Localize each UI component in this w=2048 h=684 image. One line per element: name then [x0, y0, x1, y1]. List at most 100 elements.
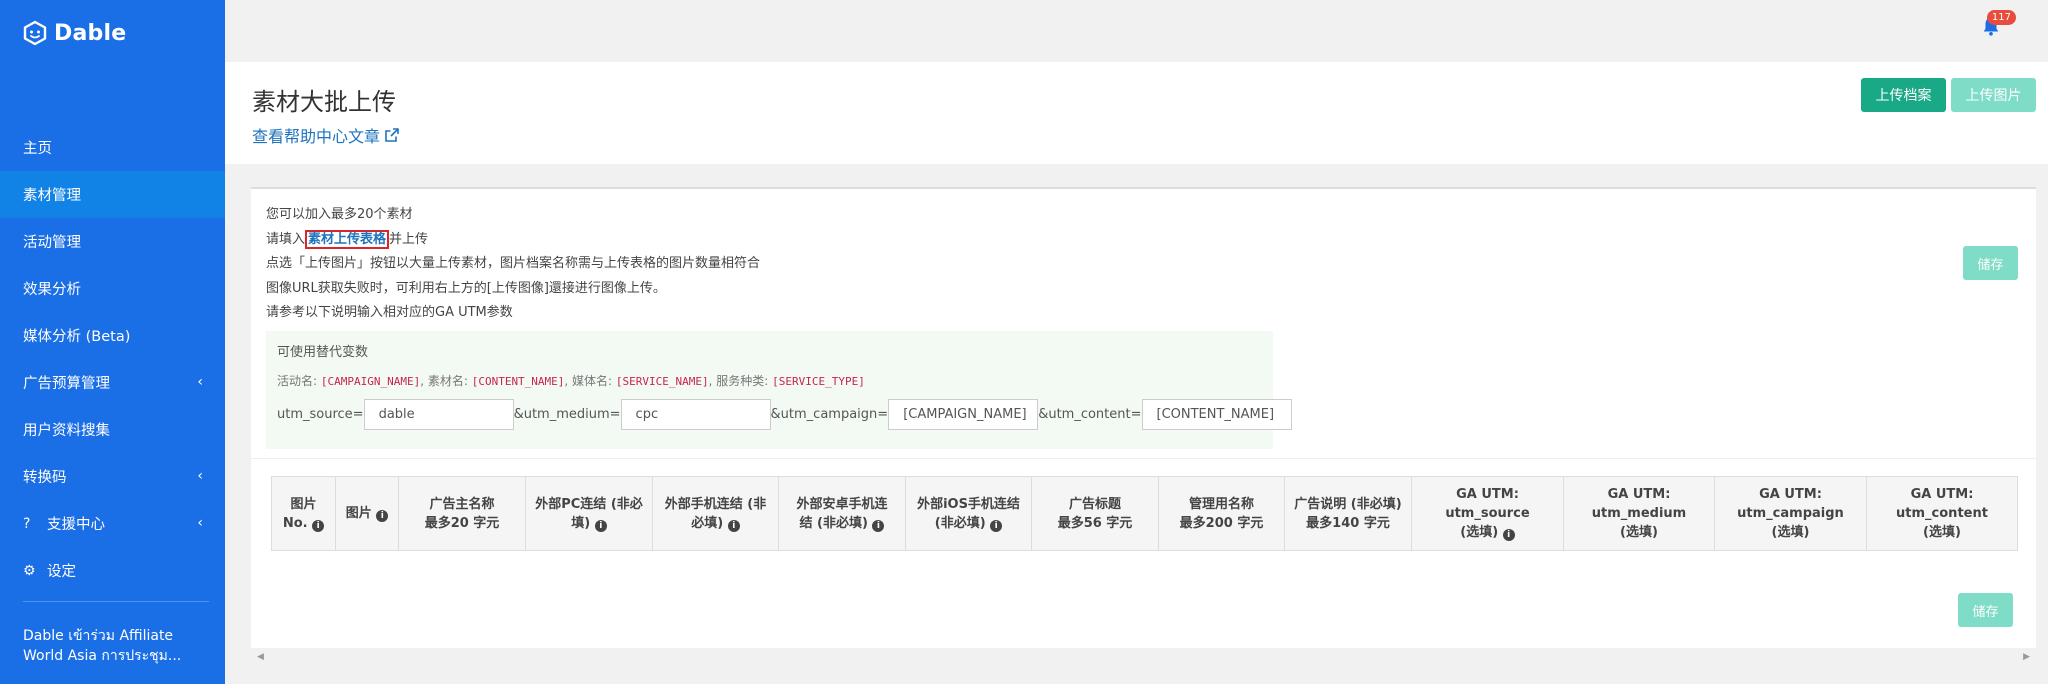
header-text: 广告说明 (非必填): [1294, 496, 1402, 512]
header-text: 图片: [345, 506, 372, 521]
header-text: 广告主名称: [429, 496, 495, 512]
table-header-cell: 图片 No. i: [271, 476, 336, 551]
sidebar-item-budget-management[interactable]: 广告预算管理 ‹: [0, 359, 225, 406]
sidebar-item-home[interactable]: 主页: [0, 124, 225, 171]
sidebar: Dable 主页 素材管理 活动管理 效果分析 媒体分析 (Beta) 广告预算…: [0, 0, 225, 684]
header-text-with-icon: 填) i: [530, 514, 648, 533]
sidebar-item-user-data[interactable]: 用户资料搜集: [0, 406, 225, 453]
scroll-right-icon[interactable]: ▶: [2023, 652, 2030, 662]
header-text: 外部安卓手机连: [796, 496, 888, 512]
instruction-line-4: 图像URL获取失败时，可利用右上方的[上传图像]還接进行图像上传。: [266, 280, 666, 296]
header-text-with-icon: 必填) i: [657, 514, 774, 533]
table-header-row: 图片 No. i 图片 i 广告主名称 最多20 字元 外部PC连结 (非必 填) i 外部手…: [271, 476, 2018, 551]
header-text: (选填): [1771, 525, 1810, 540]
info-icon[interactable]: i: [872, 519, 885, 532]
header-text: (选填): [1923, 525, 1961, 540]
sidebar-item-label: 效果分析: [23, 282, 81, 298]
sidebar-news-link[interactable]: Dable เข้าร่วม Affiliate World Asia การป…: [23, 626, 208, 666]
table-header-cell: 外部iOS手机连结 (非必填) i: [905, 476, 1032, 551]
info-icon[interactable]: i: [594, 519, 607, 532]
utm-content-label: &utm_content=: [1038, 407, 1142, 422]
media-var-label: , 媒体名:: [564, 374, 616, 388]
header-text-with-icon: 结 (非必填) i: [783, 514, 901, 533]
brand-name: Dable: [54, 20, 127, 46]
header-text: 最多56 字元: [1057, 515, 1133, 531]
info-icon[interactable]: i: [727, 519, 740, 532]
header-text: utm_campaign: [1737, 506, 1844, 521]
utm-medium-input[interactable]: cpc: [620, 399, 771, 430]
instructions: 您可以加入最多20个素材 请填入 素材上传表格 并上传 点选「上传图片」按钮以大量上…: [266, 203, 760, 326]
table-header-cell: 广告说明 (非必填) 最多140 字元: [1284, 476, 1412, 551]
help-center-link[interactable]: 查看帮助中心文章: [252, 123, 400, 147]
header-text: 广告标题: [1068, 496, 1121, 512]
info-icon[interactable]: i: [312, 519, 325, 532]
sidebar-item-label: 转换码: [23, 470, 67, 486]
header-text: 外部PC连结 (非必: [535, 496, 643, 512]
utm-source-label: utm_source=: [277, 407, 364, 422]
save-button-top[interactable]: 储存: [1963, 246, 2018, 280]
instruction-suffix: 并上传: [389, 231, 429, 247]
table-header-cell: GA UTM: utm_source (选填) i: [1411, 476, 1564, 551]
table-header-cell: 外部手机连结 (非 必填) i: [652, 476, 779, 551]
header-text: (选填): [1460, 525, 1499, 540]
utm-medium-label: &utm_medium=: [513, 407, 621, 422]
header-text: (选填): [1620, 525, 1658, 540]
utm-content-input[interactable]: [CONTENT_NAME]: [1141, 399, 1292, 430]
upload-image-button[interactable]: 上传图片: [1951, 78, 2036, 112]
header-text: GA UTM:: [1607, 487, 1671, 502]
upload-table: 图片 No. i 图片 i 广告主名称 最多20 字元 外部PC连结 (非必 填) i 外部手…: [271, 476, 2018, 551]
scroll-left-icon[interactable]: ◀: [257, 652, 264, 662]
sidebar-nav: 主页 素材管理 活动管理 效果分析 媒体分析 (Beta) 广告预算管理 ‹ 用…: [0, 124, 225, 594]
campaign-var-code: [CAMPAIGN_NAME]: [320, 375, 421, 388]
news-line-2: World Asia การประชุม...: [23, 648, 182, 664]
dable-logo-icon: [23, 20, 47, 46]
sidebar-item-label: 设定: [47, 564, 76, 580]
content-var-label: , 素材名:: [420, 374, 472, 388]
sidebar-item-campaign-management[interactable]: 活动管理: [0, 218, 225, 265]
utm-source-input[interactable]: dable: [363, 399, 514, 430]
header-text: utm_content: [1896, 506, 1988, 521]
header-text: 图片: [290, 496, 317, 512]
header-text: 填): [571, 515, 591, 531]
sidebar-item-conversion-code[interactable]: 转换码 ‹: [0, 453, 225, 500]
header-text: 最多140 字元: [1306, 515, 1390, 531]
table-header-cell: 广告主名称 最多20 字元: [398, 476, 526, 551]
header-text: 最多200 字元: [1179, 515, 1264, 531]
variables-list: 活动名: [CAMPAIGN_NAME], 素材名: [CONTENT_NAME…: [277, 372, 865, 389]
sidebar-item-support-center[interactable]: ? 支援中心 ‹: [0, 500, 225, 547]
media-var-code: [SERVICE_NAME]: [615, 375, 709, 388]
sidebar-item-label: 支援中心: [47, 517, 105, 533]
campaign-var-label: 活动名:: [277, 374, 321, 388]
info-icon[interactable]: i: [376, 510, 389, 522]
header-text-with-icon: 图片 i: [340, 504, 394, 523]
table-header-cell: GA UTM: utm_content (选填): [1866, 476, 2018, 551]
sidebar-item-label: 素材管理: [23, 188, 81, 204]
utm-campaign-label: &utm_campaign=: [770, 407, 889, 422]
sidebar-item-settings[interactable]: ⚙ 设定: [0, 547, 225, 594]
dable-logo[interactable]: Dable: [22, 20, 126, 46]
info-icon[interactable]: i: [1502, 529, 1515, 541]
chevron-left-icon: ‹: [197, 374, 203, 390]
instruction-line-3: 点选「上传图片」按钮以大量上传素材，图片档案名称需与上传表格的图片数量相符合: [266, 256, 761, 271]
utm-campaign-input[interactable]: [CAMPAIGN_NAME]: [888, 399, 1039, 430]
table-header-cell: GA UTM: utm_medium (选填): [1563, 476, 1715, 551]
save-button-bottom[interactable]: 储存: [1958, 593, 2013, 627]
upload-template-link[interactable]: 素材上传表格: [305, 229, 390, 249]
table-header-cell: 外部安卓手机连结 (非必填) i: [778, 476, 906, 551]
header-text: No.: [282, 515, 308, 531]
sidebar-item-label: 主页: [23, 141, 52, 157]
table-header-cell: 外部PC连结 (非必 填) i: [525, 476, 653, 551]
table-header-cell: 图片 i: [335, 476, 399, 551]
sidebar-item-creative-management[interactable]: 素材管理: [0, 171, 225, 218]
info-icon[interactable]: i: [990, 519, 1003, 532]
service-var-label: , 服务种类:: [708, 374, 773, 388]
chevron-left-icon: ‹: [197, 468, 203, 484]
sidebar-item-label: 用户资料搜集: [23, 423, 110, 439]
topbar: 117: [225, 0, 2048, 62]
header-text-with-icon: (选填) i: [1416, 523, 1559, 542]
horizontal-scrollbar[interactable]: ◀ ▶: [251, 648, 2036, 668]
page-title: 素材大批上传: [252, 88, 396, 116]
sidebar-item-performance-analysis[interactable]: 效果分析: [0, 265, 225, 312]
upload-file-button[interactable]: 上传档案: [1861, 78, 1946, 112]
sidebar-item-media-analysis[interactable]: 媒体分析 (Beta): [0, 312, 225, 359]
